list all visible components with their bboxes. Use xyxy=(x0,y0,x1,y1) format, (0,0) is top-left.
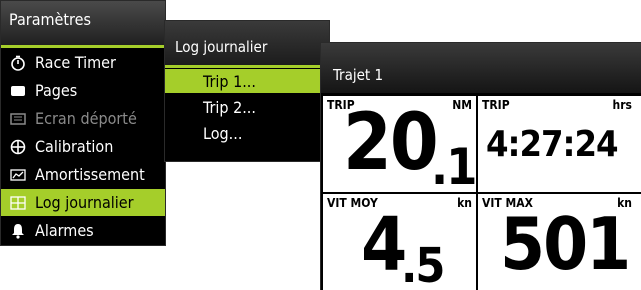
menu-item-race-timer[interactable]: Race Timer xyxy=(1,49,165,76)
cell-unit: kn xyxy=(457,196,472,210)
trip-page-title: Trajet 1 xyxy=(321,43,641,93)
menu-item-label: Log journalier xyxy=(35,193,134,212)
menu-item-label: Ecran déporté xyxy=(35,109,137,128)
submenu-item-log[interactable]: Log... xyxy=(165,121,329,145)
trip-time-cell[interactable]: TRIP hrs 4:27:24 xyxy=(478,96,641,192)
cell-value: 4:27:24 xyxy=(486,124,619,165)
menu-item-label: Amortissement xyxy=(35,165,145,184)
trip-distance-cell[interactable]: TRIP NM 20 .1 xyxy=(323,96,476,192)
stopwatch-icon xyxy=(9,54,27,72)
menu-item-pages[interactable]: Pages xyxy=(1,77,165,104)
cell-unit: hrs xyxy=(612,98,632,112)
menu-item-remote-display[interactable]: Ecran déporté xyxy=(1,105,165,132)
cell-value: 501 xyxy=(500,202,631,286)
cell-value-decimal: .5 xyxy=(401,238,445,290)
cell-value-decimal: .1 xyxy=(431,138,476,192)
damping-icon xyxy=(9,166,27,184)
menu-item-damping[interactable]: Amortissement xyxy=(1,161,165,188)
settings-menu-panel: Paramètres Race Timer Pages Ecran déport… xyxy=(0,0,166,246)
menu-item-alarms[interactable]: Alarmes xyxy=(1,217,165,244)
bell-icon xyxy=(9,222,27,240)
calibration-icon xyxy=(9,138,27,156)
pages-icon xyxy=(9,82,27,100)
submenu-item-trip-2[interactable]: Trip 2... xyxy=(165,95,329,119)
title-accent-bar xyxy=(1,45,165,48)
max-speed-cell[interactable]: VIT MAX kn 501 xyxy=(478,194,641,290)
trip-data-panel: Trajet 1 TRIP NM 20 .1 TRIP hrs 4:27:24 … xyxy=(320,42,641,290)
submenu-item-trip-1[interactable]: Trip 1... xyxy=(165,69,329,93)
cell-unit: NM xyxy=(452,98,472,112)
average-speed-cell[interactable]: VIT MOY kn 4 .5 xyxy=(323,194,476,290)
cell-value-integer: 20 xyxy=(343,98,439,188)
menu-item-trip-log[interactable]: Log journalier xyxy=(1,189,165,216)
log-submenu-title: Log journalier xyxy=(165,21,329,65)
trip-log-icon xyxy=(9,194,27,212)
log-submenu-panel: Log journalier Trip 1... Trip 2... Log..… xyxy=(164,20,330,162)
title-accent-bar xyxy=(165,65,329,68)
cell-label: TRIP xyxy=(482,98,510,112)
menu-item-label: Alarmes xyxy=(35,221,94,240)
menu-item-calibration[interactable]: Calibration xyxy=(1,133,165,160)
menu-item-label: Calibration xyxy=(35,137,114,156)
menu-item-label: Race Timer xyxy=(35,53,116,72)
remote-display-icon xyxy=(9,110,27,128)
settings-menu-title: Paramètres xyxy=(1,1,165,45)
menu-item-label: Pages xyxy=(35,81,78,100)
cell-value-integer: 4 xyxy=(361,202,407,288)
